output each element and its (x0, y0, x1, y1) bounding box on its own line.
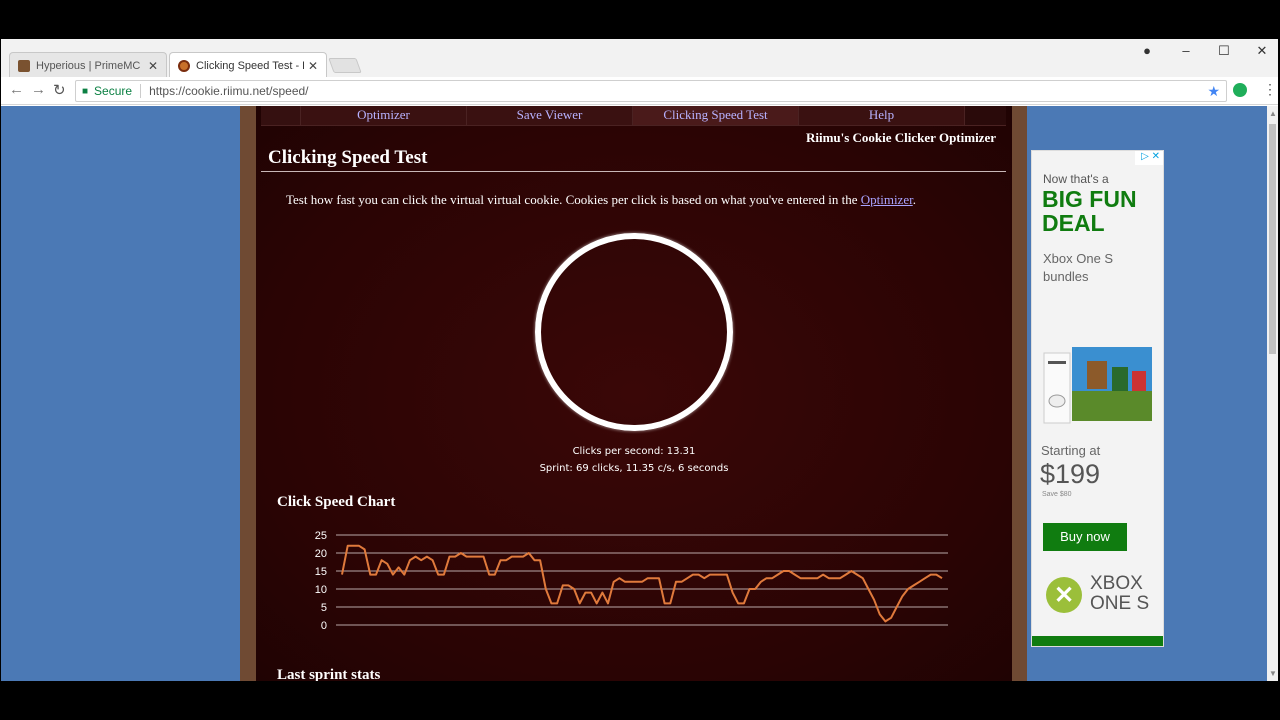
buy-now-button[interactable]: Buy now (1043, 523, 1127, 551)
secure-label: Secure (94, 84, 133, 98)
page-viewport: Optimizer Save Viewer Clicking Speed Tes… (1, 106, 1267, 681)
scroll-down-icon[interactable]: ▼ (1269, 669, 1277, 678)
click-cookie-target[interactable] (535, 233, 733, 431)
ad-headline: BIG FUN DEAL (1042, 186, 1137, 236)
main-content: Optimizer Save Viewer Clicking Speed Tes… (256, 106, 1012, 681)
ad-save: Save $80 (1042, 491, 1072, 498)
last-sprint-heading: Last sprint stats (277, 667, 381, 681)
xbox-logo-icon: ✕ (1046, 577, 1082, 613)
reload-icon[interactable]: ↻ (53, 81, 66, 99)
chart-heading: Click Speed Chart (277, 494, 396, 510)
divider (261, 171, 1006, 172)
ad-bottom-bar (1032, 636, 1163, 646)
nav-clicking-speed-test[interactable]: Clicking Speed Test (633, 106, 799, 125)
nav-save-viewer[interactable]: Save Viewer (467, 106, 633, 125)
cookie-icon (178, 59, 190, 72)
nav-cap (261, 106, 301, 125)
ad-sub: Xbox One S bundles (1043, 251, 1114, 284)
y-tick-label: 10 (315, 584, 327, 596)
page-title: Clicking Speed Test (268, 147, 428, 168)
intro-end: . (912, 192, 916, 207)
profile-icon[interactable]: ● (1137, 43, 1157, 58)
intro-text: Test how fast you can click the virtual … (286, 192, 916, 208)
scrollbar[interactable]: ▲ ▼ (1267, 106, 1278, 681)
ad-choices-icon[interactable]: ▷ ✕ (1135, 151, 1163, 165)
ad-line1: Now that's a (1043, 172, 1109, 186)
close-icon[interactable]: ✕ (148, 59, 158, 73)
y-tick-label: 15 (315, 566, 327, 578)
window-close-icon[interactable]: ✕ (1252, 43, 1272, 59)
screen: Hyperious | PrimeMC ✕ Clicking Speed Tes… (0, 0, 1280, 720)
tab-title: Hyperious | PrimeMC (36, 59, 141, 72)
click-speed-series-line (341, 544, 943, 623)
bookmark-star-icon[interactable]: ★ (1207, 83, 1220, 100)
tab-clicking-speed-test[interactable]: Clicking Speed Test - Riimu's ✕ (169, 52, 327, 78)
url-text: https://cookie.riimu.net/speed/ (149, 84, 309, 98)
y-tick-label: 20 (315, 548, 327, 560)
y-tick-label: 5 (321, 602, 327, 614)
new-tab-button[interactable] (328, 58, 362, 73)
nav-help[interactable]: Help (799, 106, 965, 125)
extension-icon[interactable] (1233, 83, 1247, 97)
sprint-stats: Sprint: 69 clicks, 11.35 c/s, 6 seconds (539, 463, 729, 474)
forward-icon[interactable]: → (31, 81, 46, 98)
ad-starting: Starting at (1041, 443, 1101, 458)
nav-optimizer[interactable]: Optimizer (301, 106, 467, 125)
tab-title: Clicking Speed Test - Riimu's (196, 59, 304, 72)
browser-toolbar: ← → ↻ ■ Secure https://cookie.riimu.net/… (1, 77, 1278, 105)
clicks-per-second: Clicks per second: 13.31 (572, 446, 696, 457)
scrollbar-thumb[interactable] (1269, 124, 1276, 354)
back-icon[interactable]: ← (9, 81, 24, 98)
y-tick-label: 25 (315, 531, 327, 542)
ad-logo-text: XBOX ONE S (1090, 573, 1150, 614)
xbox-ad[interactable]: ▷ ✕ Now that's a BIG FUN DEAL Xbox One S… (1031, 150, 1164, 647)
divider (140, 84, 142, 98)
pickaxe-icon (18, 59, 30, 72)
minimize-icon[interactable]: – (1176, 43, 1196, 58)
menu-icon[interactable]: ⋮ (1263, 81, 1277, 98)
maximize-icon[interactable]: ☐ (1214, 43, 1234, 59)
ad-price: $199 (1040, 459, 1101, 489)
y-tick-label: 0 (321, 620, 327, 632)
lock-icon: ■ (82, 85, 89, 97)
site-brand: Riimu's Cookie Clicker Optimizer (805, 130, 996, 145)
scroll-up-icon[interactable]: ▲ (1269, 109, 1277, 118)
intro-sentence: Test how fast you can click the virtual … (286, 192, 861, 207)
optimizer-link[interactable]: Optimizer (861, 192, 913, 207)
tab-hyperious[interactable]: Hyperious | PrimeMC ✕ (9, 52, 167, 78)
browser-window: Hyperious | PrimeMC ✕ Clicking Speed Tes… (1, 39, 1278, 681)
click-speed-chart: 25 20 15 10 5 0 (315, 531, 948, 632)
close-icon[interactable]: ✕ (308, 59, 318, 73)
site-nav: Optimizer Save Viewer Clicking Speed Tes… (261, 106, 1006, 126)
xbox-bundle-image (1043, 347, 1152, 424)
address-bar[interactable]: ■ Secure https://cookie.riimu.net/speed/… (75, 80, 1227, 102)
tab-strip: Hyperious | PrimeMC ✕ Clicking Speed Tes… (1, 39, 1278, 78)
